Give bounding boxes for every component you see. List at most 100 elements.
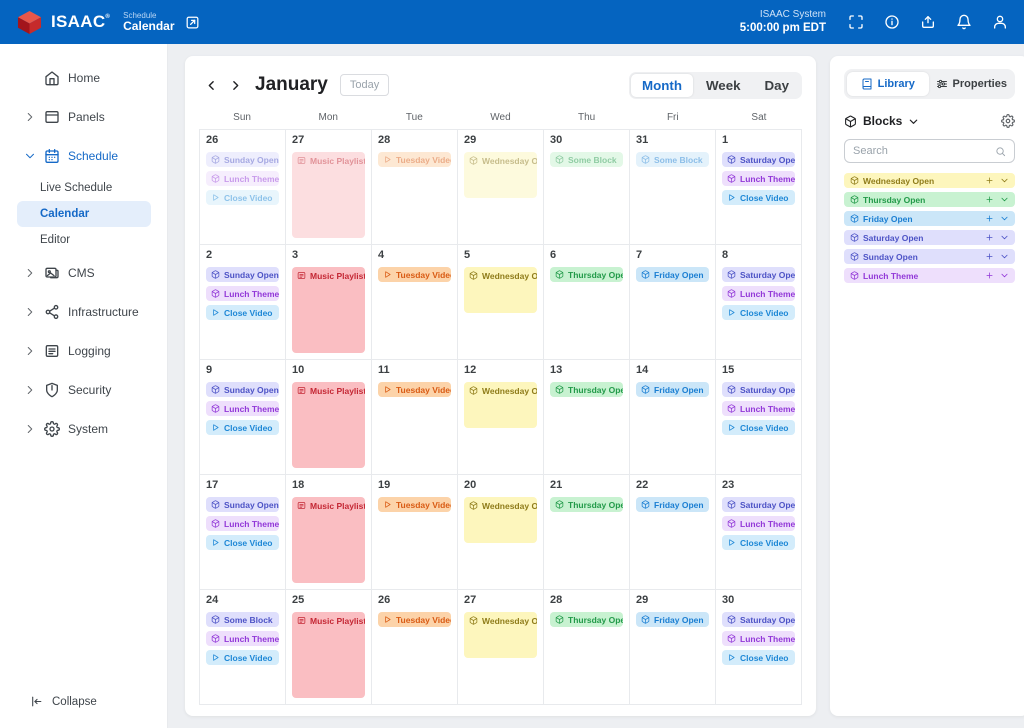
calendar-day-cell[interactable]: 30Some Block [544,130,630,245]
calendar-day-cell[interactable]: 28Tuesday Video [372,130,458,245]
add-block-plus-icon[interactable] [985,233,994,242]
expand-block-chevron-down-icon[interactable] [1000,233,1009,242]
event-chip-thursday-open[interactable]: Thursday Open [550,267,623,282]
user-icon[interactable] [992,14,1008,30]
sidebar-item-logging[interactable]: Logging [0,331,167,370]
calendar-day-cell[interactable]: 21Thursday Open [544,475,630,590]
event-chip-some-block[interactable]: Some Block [636,152,709,167]
calendar-day-cell[interactable]: 24Some BlockLunch ThemeClose Video [200,590,286,705]
event-chip-close-video[interactable]: Close Video [206,190,279,205]
library-block-lunch-theme[interactable]: Lunch Theme [844,268,1015,283]
event-chip-sunday-open[interactable]: Sunday Open [206,267,279,282]
calendar-day-cell[interactable]: 28Thursday Open [544,590,630,705]
add-block-plus-icon[interactable] [985,252,994,261]
event-chip-lunch-theme[interactable]: Lunch Theme [722,516,795,531]
sidebar-item-security[interactable]: Security [0,370,167,409]
calendar-day-cell[interactable]: 22Friday Open [630,475,716,590]
library-block-saturday-open[interactable]: Saturday Open [844,230,1015,245]
sidebar-item-system[interactable]: System [0,409,167,448]
bell-icon[interactable] [956,14,972,30]
event-chip-lunch-theme[interactable]: Lunch Theme [722,631,795,646]
calendar-day-cell[interactable]: 20Wednesday Open [458,475,544,590]
event-chip-tuesday-video[interactable]: Tuesday Video [378,152,451,167]
tab-properties[interactable]: Properties [931,72,1013,96]
calendar-day-cell[interactable]: 27Wednesday Open [458,590,544,705]
calendar-day-cell[interactable]: 5Wednesday Open [458,245,544,360]
library-block-wednesday-open[interactable]: Wednesday Open [844,173,1015,188]
event-chip-lunch-theme[interactable]: Lunch Theme [722,171,795,186]
event-chip-some-block[interactable]: Some Block [550,152,623,167]
fullscreen-icon[interactable] [848,14,864,30]
calendar-day-cell[interactable]: 18Music Playlist [286,475,372,590]
expand-block-chevron-down-icon[interactable] [1000,252,1009,261]
blocks-dropdown[interactable]: Blocks [844,114,919,128]
event-chip-close-video[interactable]: Close Video [206,650,279,665]
event-chip-close-video[interactable]: Close Video [722,420,795,435]
calendar-day-cell[interactable]: 1Saturday OpenLunch ThemeClose Video [716,130,802,245]
calendar-day-cell[interactable]: 4Tuesday Video [372,245,458,360]
sidebar-item-schedule[interactable]: Schedule [0,136,167,175]
event-chip-saturday-open[interactable]: Saturday Open [722,267,795,282]
calendar-day-cell[interactable]: 26Tuesday Video [372,590,458,705]
event-chip-close-video[interactable]: Close Video [206,420,279,435]
calendar-day-cell[interactable]: 15Saturday OpenLunch ThemeClose Video [716,360,802,475]
calendar-day-cell[interactable]: 30Saturday OpenLunch ThemeClose Video [716,590,802,705]
calendar-day-cell[interactable]: 10Music Playlist [286,360,372,475]
event-chip-sunday-open[interactable]: Sunday Open [206,382,279,397]
view-week-button[interactable]: Week [695,74,752,97]
sidebar-item-infrastructure[interactable]: Infrastructure [0,292,167,331]
collapse-sidebar-button[interactable]: Collapse [0,695,167,728]
event-chip-close-video[interactable]: Close Video [722,650,795,665]
event-chip-tuesday-video[interactable]: Tuesday Video [378,267,451,282]
add-block-plus-icon[interactable] [985,214,994,223]
event-chip-thursday-open[interactable]: Thursday Open [550,497,623,512]
event-chip-lunch-theme[interactable]: Lunch Theme [206,631,279,646]
calendar-day-cell[interactable]: 8Saturday OpenLunch ThemeClose Video [716,245,802,360]
event-chip-sunday-open[interactable]: Sunday Open [206,152,279,167]
search-input[interactable] [853,145,995,157]
library-block-friday-open[interactable]: Friday Open [844,211,1015,226]
event-chip-sunday-open[interactable]: Sunday Open [206,497,279,512]
event-chip-close-video[interactable]: Close Video [206,535,279,550]
event-chip-friday-open[interactable]: Friday Open [636,612,709,627]
event-chip-saturday-open[interactable]: Saturday Open [722,152,795,167]
calendar-day-cell[interactable]: 6Thursday Open [544,245,630,360]
event-chip-wednesday-open[interactable]: Wednesday Open [464,497,537,543]
event-chip-music-playlist[interactable]: Music Playlist [292,497,365,583]
next-month-button[interactable] [223,73,247,97]
library-block-sunday-open[interactable]: Sunday Open [844,249,1015,264]
event-chip-saturday-open[interactable]: Saturday Open [722,612,795,627]
sidebar-subitem-live-schedule[interactable]: Live Schedule [0,175,167,201]
prev-month-button[interactable] [199,73,223,97]
calendar-day-cell[interactable]: 13Thursday Open [544,360,630,475]
event-chip-close-video[interactable]: Close Video [722,535,795,550]
view-month-button[interactable]: Month [631,74,693,97]
event-chip-wednesday-open[interactable]: Wednesday Open [464,382,537,428]
expand-block-chevron-down-icon[interactable] [1000,176,1009,185]
calendar-day-cell[interactable]: 25Music Playlist [286,590,372,705]
event-chip-friday-open[interactable]: Friday Open [636,382,709,397]
calendar-day-cell[interactable]: 26Sunday OpenLunch ThemeClose Video [200,130,286,245]
calendar-day-cell[interactable]: 17Sunday OpenLunch ThemeClose Video [200,475,286,590]
sidebar-subitem-calendar[interactable]: Calendar [17,201,151,227]
event-chip-friday-open[interactable]: Friday Open [636,497,709,512]
calendar-day-cell[interactable]: 3Music Playlist [286,245,372,360]
calendar-day-cell[interactable]: 11Tuesday Video [372,360,458,475]
event-chip-close-video[interactable]: Close Video [722,305,795,320]
event-chip-lunch-theme[interactable]: Lunch Theme [206,516,279,531]
calendar-day-cell[interactable]: 2Sunday OpenLunch ThemeClose Video [200,245,286,360]
event-chip-saturday-open[interactable]: Saturday Open [722,497,795,512]
sidebar-item-cms[interactable]: CMS [0,253,167,292]
add-block-plus-icon[interactable] [985,271,994,280]
expand-block-chevron-down-icon[interactable] [1000,195,1009,204]
event-chip-some-block[interactable]: Some Block [206,612,279,627]
today-button[interactable]: Today [340,74,389,96]
tab-library[interactable]: Library [847,72,929,96]
event-chip-thursday-open[interactable]: Thursday Open [550,382,623,397]
event-chip-music-playlist[interactable]: Music Playlist [292,267,365,353]
calendar-day-cell[interactable]: 12Wednesday Open [458,360,544,475]
sidebar-item-panels[interactable]: Panels [0,97,167,136]
upload-icon[interactable] [920,14,936,30]
library-block-thursday-open[interactable]: Thursday Open [844,192,1015,207]
event-chip-music-playlist[interactable]: Music Playlist [292,612,365,698]
